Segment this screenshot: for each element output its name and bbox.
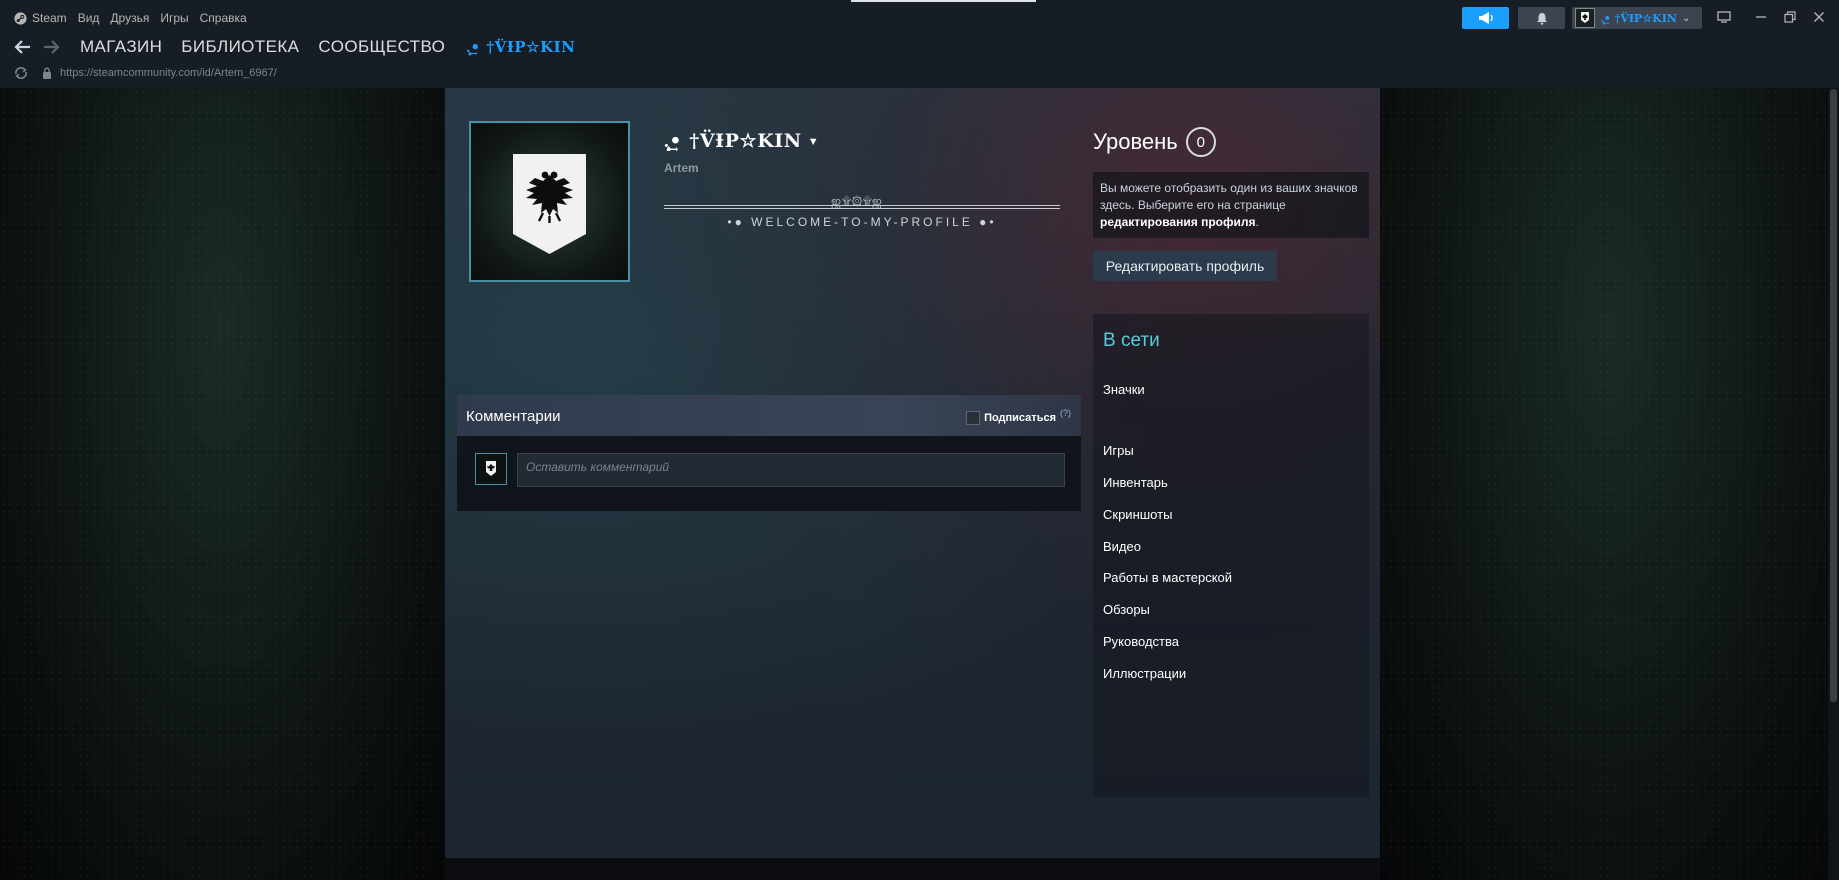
help-link[interactable]: (?) (1060, 408, 1071, 418)
badge-hint-end: . (1255, 215, 1259, 229)
real-name: Artem (664, 161, 699, 175)
announcement-icon (1478, 12, 1493, 24)
url-text[interactable]: https://steamcommunity.com/id/Artem_6967… (60, 67, 277, 79)
steam-titlebar: Steam Вид Друзья Игры Справка МАГАЗИН БИ… (0, 0, 1839, 88)
back-arrow-icon (14, 40, 30, 54)
notifications-button[interactable] (1518, 7, 1565, 29)
comments-header: Комментарии Подписаться (?) (457, 395, 1081, 436)
subscribe-checkbox[interactable] (966, 411, 981, 425)
profile-page: .̧̥͢• †V̈ƗP☆KIN ▼ Artem ஜ۩۞۩ஜ •● WELCOME… (445, 88, 1380, 858)
profile-sidebar: В сети Значки Игры Инвентарь Скриншоты В… (1093, 314, 1369, 797)
sidebar-link-guides[interactable]: Руководства (1103, 634, 1179, 649)
account-name: .̧̥͢• †V̈ƗP☆KIN (1601, 11, 1677, 25)
account-menu[interactable]: .̧̥͢• †V̈ƗP☆KIN ⌄ (1572, 7, 1702, 29)
menu-steam-label: Steam (32, 11, 67, 25)
eagle-emblem-icon (513, 154, 586, 254)
sidebar-link-reviews[interactable]: Обзоры (1103, 602, 1150, 617)
badge-hint-text: Вы можете отобразить один из ваших значк… (1100, 181, 1358, 212)
forward-button[interactable] (40, 36, 62, 58)
scrollbar-thumb[interactable] (1830, 89, 1837, 702)
sidebar-link-screenshots[interactable]: Скриншоты (1103, 507, 1172, 522)
menu-games[interactable]: Игры (160, 11, 188, 25)
comment-input[interactable]: Оставить комментарий (517, 453, 1065, 487)
restore-icon (1784, 11, 1796, 23)
url-bar: https://steamcommunity.com/id/Artem_6967… (14, 66, 277, 80)
close-button[interactable] (1810, 9, 1828, 25)
minimize-button[interactable] (1752, 9, 1770, 25)
persona-name: .̧̥͢• †V̈ƗP☆KIN (664, 130, 802, 152)
profile-level: Уровень 0 (1093, 127, 1216, 157)
menu-steam[interactable]: Steam (14, 11, 67, 25)
profile-avatar[interactable] (469, 121, 630, 282)
comments-title: Комментарии (466, 408, 561, 425)
account-avatar (1575, 8, 1595, 28)
edit-profile-link[interactable]: редактирования профиля (1100, 215, 1255, 229)
reload-icon[interactable] (14, 66, 28, 80)
online-status: В сети (1103, 330, 1160, 351)
chevron-down-icon: ⌄ (1681, 12, 1691, 24)
level-label: Уровень (1093, 129, 1178, 154)
minimize-icon (1756, 16, 1766, 18)
summary-welcome: •● WELCOME-TO-MY-PROFILE ●• (727, 215, 997, 229)
page-background-left (0, 88, 445, 880)
title-strip (851, 0, 1036, 2)
forward-arrow-icon (44, 40, 60, 54)
comments-section: Комментарии Подписаться (?) Оставить ком… (457, 395, 1081, 511)
nav-username[interactable]: .̧̥͢• †V̈ƗP☆KIN (466, 38, 575, 57)
subscribe-toggle[interactable]: Подписаться (?) (966, 405, 1071, 425)
caret-down-icon: ▼ (807, 135, 819, 148)
menu-view[interactable]: Вид (78, 11, 100, 25)
summary-divider (664, 208, 1060, 209)
sidebar-link-workshop[interactable]: Работы в мастерской (1103, 570, 1232, 585)
nav-store[interactable]: МАГАЗИН (80, 37, 162, 57)
summary-divider (664, 205, 1060, 206)
top-menu: Steam Вид Друзья Игры Справка (14, 10, 247, 26)
page-background-right (1380, 88, 1839, 880)
lock-icon (43, 67, 51, 79)
bell-icon (1536, 12, 1547, 25)
nav-row: МАГАЗИН БИБЛИОТЕКА СООБЩЕСТВО .̧̥͢• †V̈Ɨ… (12, 36, 575, 58)
comments-body: Оставить комментарий (457, 436, 1081, 511)
profile-summary: ஜ۩۞۩ஜ •● WELCOME-TO-MY-PROFILE ●• (664, 191, 1060, 239)
close-icon (1814, 12, 1824, 22)
badge-hint: Вы можете отобразить один из ваших значк… (1093, 172, 1369, 238)
persona-name-row[interactable]: .̧̥͢• †V̈ƗP☆KIN ▼ (664, 130, 819, 153)
sidebar-link-artwork[interactable]: Иллюстрации (1103, 666, 1186, 681)
subscribe-label: Подписаться (984, 412, 1056, 424)
restore-button[interactable] (1781, 9, 1799, 25)
level-badge[interactable]: 0 (1185, 127, 1216, 157)
menu-friends[interactable]: Друзья (110, 11, 149, 25)
nav-library[interactable]: БИБЛИОТЕКА (181, 37, 299, 57)
eagle-emblem-icon (1581, 12, 1589, 23)
sidebar-link-badges[interactable]: Значки (1103, 382, 1145, 397)
menu-help[interactable]: Справка (200, 11, 247, 25)
big-picture-button[interactable] (1715, 9, 1733, 25)
sidebar-link-inventory[interactable]: Инвентарь (1103, 475, 1168, 490)
sidebar-link-videos[interactable]: Видео (1103, 539, 1141, 554)
monitor-icon (1717, 11, 1731, 23)
steam-icon (14, 11, 27, 25)
nav-community[interactable]: СООБЩЕСТВО (318, 37, 445, 57)
commenter-avatar (475, 453, 507, 485)
edit-profile-button[interactable]: Редактировать профиль (1093, 251, 1277, 281)
sidebar-link-games[interactable]: Игры (1103, 443, 1134, 458)
eagle-emblem-icon (486, 461, 496, 476)
back-button[interactable] (12, 36, 34, 58)
announcements-button[interactable] (1462, 7, 1509, 29)
